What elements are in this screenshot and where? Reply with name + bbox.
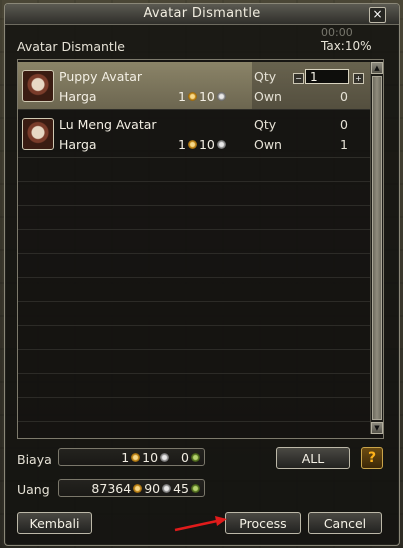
- item-price: 1 10: [178, 89, 226, 104]
- harga-label: Harga: [59, 89, 97, 104]
- list-scrollbar[interactable]: ▲ ▼: [370, 62, 383, 434]
- empty-slot[interactable]: [18, 302, 376, 326]
- empty-slot[interactable]: [18, 350, 376, 374]
- red-arrow-annotation: [174, 516, 227, 532]
- scroll-up-icon[interactable]: ▲: [371, 62, 383, 74]
- list-item-lu-meng-avatar[interactable]: Lu Meng Avatar Harga 1 10 Qty 0 Own 1: [18, 110, 376, 158]
- empty-slot[interactable]: [18, 182, 376, 206]
- all-button[interactable]: ALL: [276, 447, 350, 469]
- own-value: 1: [340, 137, 348, 152]
- empty-slot[interactable]: [18, 230, 376, 254]
- panel-subtitle: Avatar Dismantle: [17, 39, 125, 54]
- uang-label: Uang: [17, 482, 50, 497]
- bronze-coin-icon: [191, 483, 200, 493]
- gold-coin-icon: [187, 140, 197, 149]
- bronze-coin-icon: [191, 452, 200, 462]
- harga-label: Harga: [59, 137, 97, 152]
- empty-slot[interactable]: [18, 398, 376, 422]
- silver-coin-icon: [160, 452, 170, 462]
- biaya-field: 1 10 0: [58, 448, 205, 466]
- uang-silver: 90: [144, 480, 161, 496]
- biaya-gold: 1: [121, 449, 130, 465]
- price-gold: 1: [178, 89, 186, 104]
- lu-meng-avatar-icon: [22, 118, 54, 150]
- own-label: Own: [254, 137, 282, 152]
- biaya-label: Biaya: [17, 452, 52, 467]
- process-button[interactable]: Process: [225, 512, 301, 534]
- uang-bronze: 45: [173, 480, 189, 496]
- puppy-avatar-icon: [22, 70, 54, 102]
- avatar-list: Puppy Avatar Harga 1 10 Qty − + Own 0 Lu…: [17, 59, 384, 439]
- empty-slot[interactable]: [18, 206, 376, 230]
- biaya-silver: 10: [142, 449, 159, 465]
- close-icon[interactable]: ×: [369, 7, 386, 23]
- timer: 00:00: [321, 26, 353, 39]
- title-bar[interactable]: Avatar Dismantle ×: [5, 4, 399, 25]
- uang-gold: 87364: [91, 480, 132, 496]
- price-silver: 10: [198, 137, 215, 152]
- empty-slot[interactable]: [18, 158, 376, 182]
- empty-slot[interactable]: [18, 254, 376, 278]
- silver-coin-icon: [216, 92, 226, 101]
- qty-increase-button[interactable]: +: [353, 73, 364, 84]
- avatar-dismantle-window: Avatar Dismantle × Avatar Dismantle 00:0…: [4, 3, 400, 546]
- empty-slot[interactable]: [18, 374, 376, 398]
- qty-input[interactable]: [305, 69, 349, 84]
- own-value: 0: [340, 89, 348, 104]
- biaya-bronze: 0: [181, 449, 189, 465]
- qty-decrease-button[interactable]: −: [293, 73, 304, 84]
- qty-label: Qty: [254, 69, 277, 84]
- help-icon[interactable]: ?: [361, 447, 383, 469]
- empty-slot[interactable]: [18, 278, 376, 302]
- price-gold: 1: [178, 137, 186, 152]
- qty-label: Qty: [254, 117, 277, 132]
- empty-slot[interactable]: [18, 326, 376, 350]
- own-label: Own: [254, 89, 282, 104]
- window-title: Avatar Dismantle: [143, 6, 261, 21]
- gold-coin-icon: [133, 483, 143, 493]
- uang-field: 87364 90 45: [58, 479, 205, 497]
- scroll-thumb[interactable]: [372, 76, 382, 420]
- item-name: Puppy Avatar: [59, 69, 143, 84]
- qty-value: 0: [340, 117, 348, 132]
- scroll-down-icon[interactable]: ▼: [371, 422, 383, 434]
- gold-coin-icon: [131, 452, 141, 462]
- cancel-button[interactable]: Cancel: [308, 512, 382, 534]
- tax-rate: Tax:10%: [321, 39, 372, 53]
- item-price: 1 10: [178, 137, 226, 152]
- silver-coin-icon: [216, 140, 226, 149]
- price-silver: 10: [198, 89, 215, 104]
- list-item-puppy-avatar[interactable]: Puppy Avatar Harga 1 10 Qty − + Own 0: [18, 62, 376, 110]
- gold-coin-icon: [187, 92, 197, 101]
- kembali-button[interactable]: Kembali: [17, 512, 92, 534]
- item-name: Lu Meng Avatar: [59, 117, 157, 132]
- silver-coin-icon: [162, 483, 172, 493]
